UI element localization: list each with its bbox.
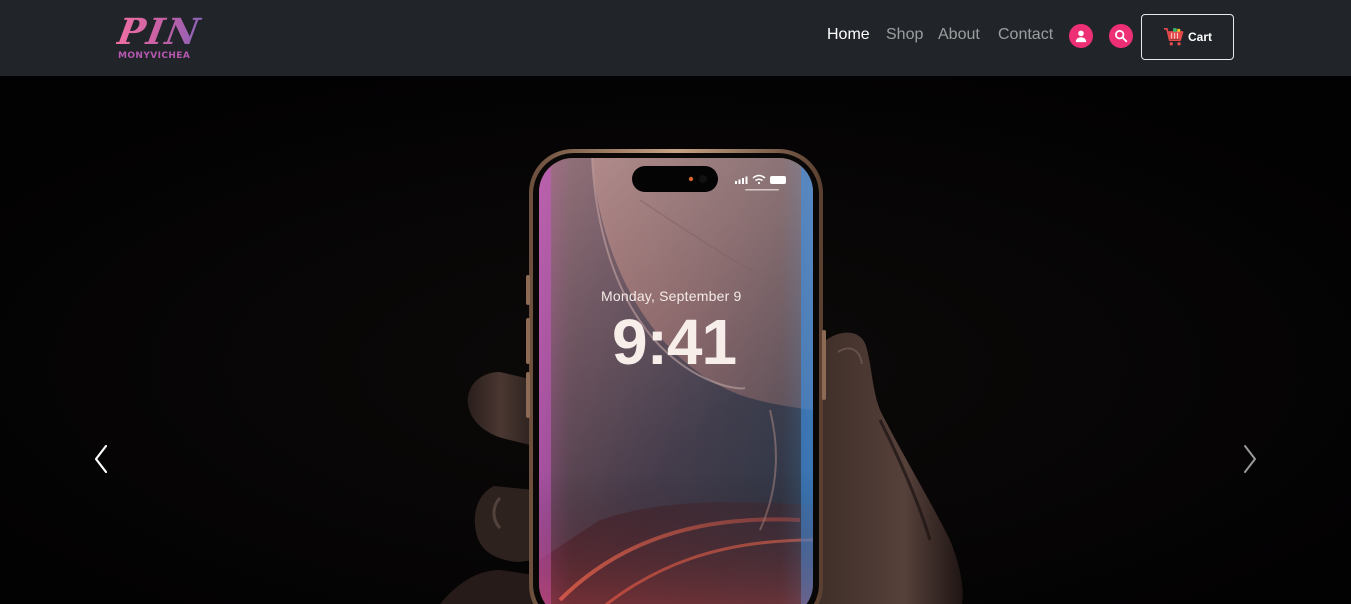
hero-carousel: Monday, September 9 9:41 — [0, 76, 1351, 604]
nav-link-contact[interactable]: Contact — [998, 25, 1053, 45]
user-button[interactable] — [1069, 24, 1093, 48]
logo-text: PIN — [114, 11, 205, 53]
user-icon — [1075, 30, 1087, 43]
chevron-left-icon — [94, 444, 108, 474]
nav-link-about[interactable]: About — [938, 25, 980, 45]
carousel-next-button[interactable] — [1240, 443, 1260, 475]
brand-logo[interactable]: PIN MONYVICHEA — [114, 11, 204, 64]
navbar: PIN MONYVICHEA Home Shop About Contact C… — [0, 0, 1351, 76]
search-icon — [1115, 30, 1128, 43]
cart-label: Cart — [1187, 30, 1212, 44]
chevron-right-icon — [1244, 445, 1256, 473]
lock-screen-date: Monday, September 9 — [601, 288, 742, 304]
nav-link-shop[interactable]: Shop — [886, 25, 923, 45]
search-button[interactable] — [1109, 24, 1133, 48]
carousel-prev-button[interactable] — [91, 443, 111, 475]
cart-button[interactable]: Cart — [1141, 14, 1234, 60]
lock-screen-time: 9:41 — [612, 306, 737, 378]
shopping-cart-icon — [1163, 28, 1184, 46]
logo-subtext: MONYVICHEA — [118, 51, 191, 61]
nav-link-home[interactable]: Home — [827, 25, 870, 45]
